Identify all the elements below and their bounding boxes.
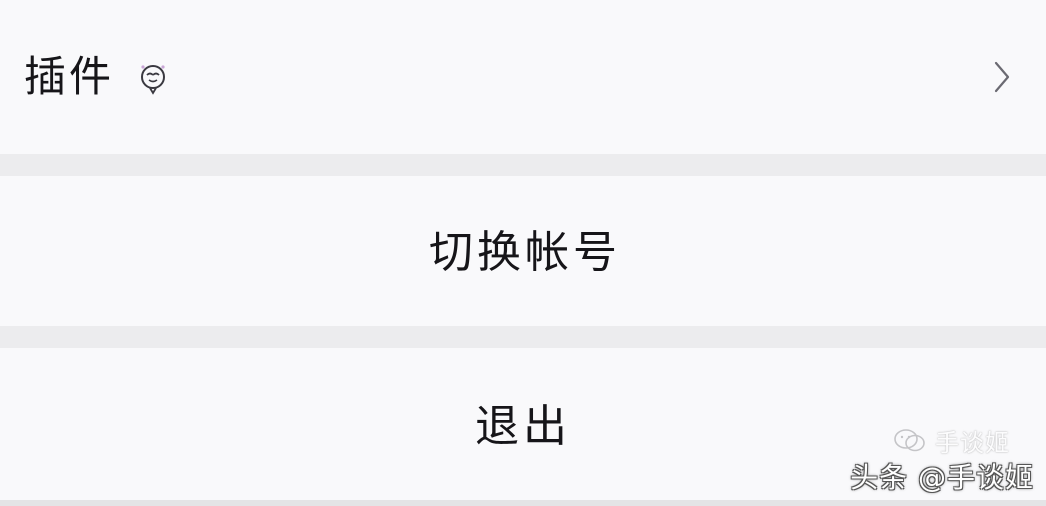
chevron-right-icon xyxy=(992,59,1012,95)
watermark-credit: 头条 @手谈姬 xyxy=(850,461,1034,494)
watermark-brand: 手谈姬 xyxy=(893,423,1010,458)
switch-account-label: 切换帐号 xyxy=(429,227,621,278)
switch-account-button[interactable]: 切换帐号 xyxy=(0,176,1046,326)
logout-label: 退出 xyxy=(475,401,571,452)
plugins-label: 插件 xyxy=(24,52,115,101)
plugin-balloon-icon xyxy=(138,63,168,97)
wechat-logo-icon xyxy=(893,428,927,454)
watermark-brand-text: 手谈姬 xyxy=(935,429,1010,457)
bottom-divider xyxy=(0,500,1046,506)
settings-screen: 插件 切换帐号 退出 手谈姬 头条 @手谈姬 xyxy=(0,0,1046,506)
plugins-row[interactable]: 插件 xyxy=(0,0,1046,154)
